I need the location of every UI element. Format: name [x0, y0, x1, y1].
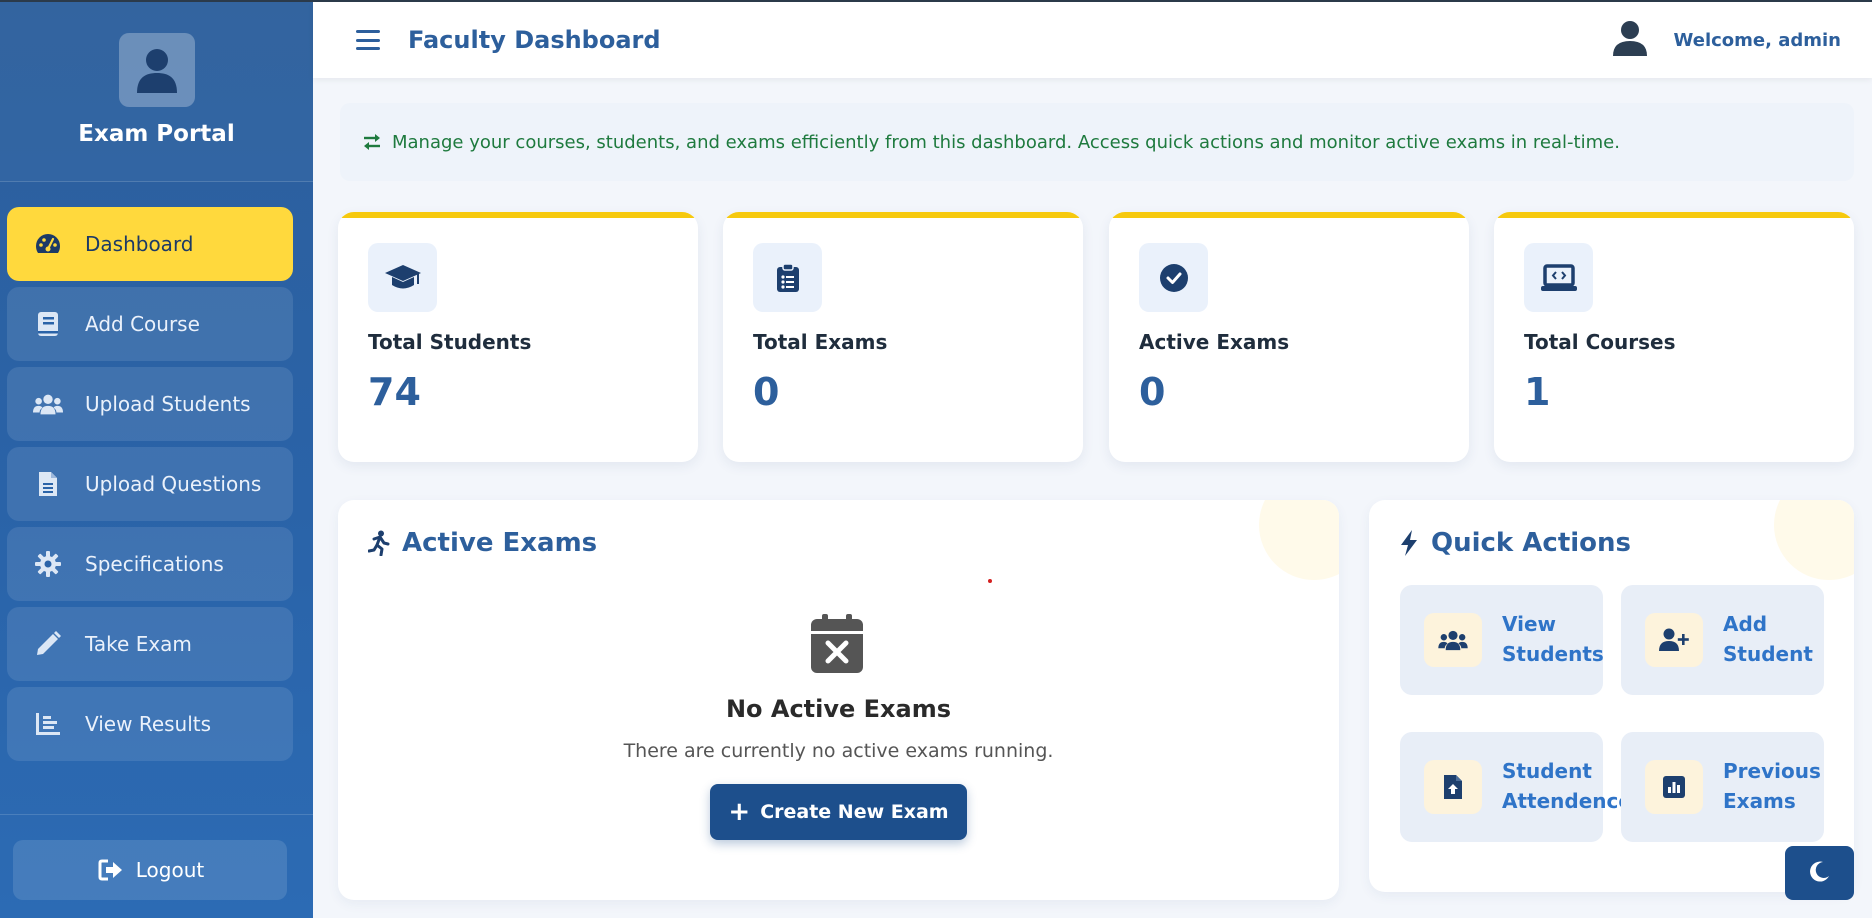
page-title: Faculty Dashboard: [408, 26, 661, 54]
stat-value: 0: [753, 370, 780, 414]
sidebar-item-label: Upload Students: [85, 392, 251, 416]
logout-button[interactable]: Logout: [13, 840, 287, 900]
active-exams-panel: Active Exams No Active Exams There are c…: [338, 500, 1339, 900]
sidebar-item-view-results[interactable]: View Results: [7, 687, 293, 761]
gauge-icon: [33, 229, 63, 259]
gear-icon: [33, 549, 63, 579]
logout-label: Logout: [135, 858, 205, 882]
book-icon: [33, 309, 63, 339]
bolt-icon: [1399, 529, 1419, 557]
user-icon: [1612, 20, 1648, 60]
sidebar-nav: Dashboard Add Course Upload Students Upl…: [7, 207, 293, 767]
sidebar-divider: [0, 814, 313, 815]
user-plus-icon: [1645, 613, 1703, 667]
users-icon: [1424, 613, 1482, 667]
graduation-cap-icon: [368, 243, 437, 312]
top-border: [0, 0, 1872, 2]
file-upload-icon: [1424, 760, 1482, 814]
stat-value: 0: [1139, 370, 1166, 414]
top-header: Faculty Dashboard Welcome, admin: [313, 2, 1872, 78]
sidebar-item-add-course[interactable]: Add Course: [7, 287, 293, 361]
sidebar-item-label: Take Exam: [85, 632, 192, 656]
sidebar-item-label: View Results: [85, 712, 212, 736]
sidebar-item-upload-students[interactable]: Upload Students: [7, 367, 293, 441]
quick-action-label: Add Student: [1723, 612, 1813, 666]
sidebar: Exam Portal Dashboard Add Course Upload …: [0, 0, 313, 918]
stat-card-total-exams: Total Exams 0: [723, 212, 1083, 462]
student-attendence-button[interactable]: Student Attendence: [1400, 732, 1632, 842]
panel-title-text: Active Exams: [402, 528, 598, 558]
stat-card-active-exams: Active Exams 0: [1109, 212, 1469, 462]
stat-value: 74: [368, 370, 421, 414]
previous-exams-button[interactable]: Previous Exams: [1621, 732, 1824, 842]
brand-title: Exam Portal: [78, 121, 235, 147]
stat-label: Total Courses: [1524, 330, 1676, 354]
brand: Exam Portal: [0, 0, 313, 182]
create-button-label: Create New Exam: [760, 801, 949, 823]
user-menu[interactable]: Welcome, admin: [1612, 2, 1841, 78]
dark-mode-toggle-button[interactable]: [1785, 846, 1854, 900]
users-icon: [33, 389, 63, 419]
stat-card-total-courses: Total Courses 1: [1494, 212, 1854, 462]
stat-value: 1: [1524, 370, 1551, 414]
info-banner: Manage your courses, students, and exams…: [340, 103, 1854, 181]
active-exams-title: Active Exams: [368, 528, 597, 558]
decorative-circle: [1259, 500, 1339, 580]
quick-actions-panel: Quick Actions View Students Add Student …: [1369, 500, 1854, 892]
empty-state-title: No Active Exams: [725, 695, 952, 723]
check-circle-icon: [1139, 243, 1208, 312]
welcome-text: Welcome, admin: [1673, 29, 1841, 51]
user-avatar-icon: [118, 33, 195, 107]
running-icon: [368, 530, 390, 556]
sidebar-item-label: Dashboard: [85, 232, 194, 256]
stat-label: Active Exams: [1139, 330, 1290, 354]
create-new-exam-button[interactable]: + Create New Exam: [710, 784, 967, 840]
decorative-circle: [1774, 500, 1854, 580]
bar-chart-icon: [33, 709, 63, 739]
panel-title-text: Quick Actions: [1431, 528, 1632, 558]
quick-action-label: Student Attendence: [1502, 759, 1632, 813]
empty-state-subtitle: There are currently no active exams runn…: [623, 740, 1054, 762]
indicator-dot: [988, 579, 992, 583]
sidebar-item-label: Add Course: [85, 312, 200, 336]
sidebar-item-take-exam[interactable]: Take Exam: [7, 607, 293, 681]
quick-actions-title: Quick Actions: [1399, 528, 1631, 558]
laptop-code-icon: [1524, 243, 1593, 312]
pencil-icon: [33, 629, 63, 659]
chart-square-icon: [1645, 760, 1703, 814]
moon-icon: [1809, 860, 1831, 886]
view-students-button[interactable]: View Students: [1400, 585, 1604, 695]
file-icon: [33, 469, 63, 499]
menu-toggle-icon[interactable]: [356, 30, 380, 50]
sidebar-item-specifications[interactable]: Specifications: [7, 527, 293, 601]
stat-card-total-students: Total Students 74: [338, 212, 698, 462]
sign-out-icon: [96, 855, 126, 885]
sidebar-item-upload-questions[interactable]: Upload Questions: [7, 447, 293, 521]
banner-text: Manage your courses, students, and exams…: [392, 131, 1620, 153]
plus-icon: +: [728, 797, 751, 827]
quick-action-label: Previous Exams: [1723, 759, 1821, 813]
clipboard-list-icon: [753, 243, 822, 312]
stat-label: Total Exams: [753, 330, 888, 354]
calendar-x-icon: [810, 614, 864, 678]
sidebar-item-label: Specifications: [85, 552, 224, 576]
sidebar-item-label: Upload Questions: [85, 472, 262, 496]
quick-action-label: View Students: [1502, 612, 1604, 666]
stat-label: Total Students: [368, 330, 532, 354]
add-student-button[interactable]: Add Student: [1621, 585, 1824, 695]
sidebar-item-dashboard[interactable]: Dashboard: [7, 207, 293, 281]
exchange-icon: [362, 133, 382, 151]
